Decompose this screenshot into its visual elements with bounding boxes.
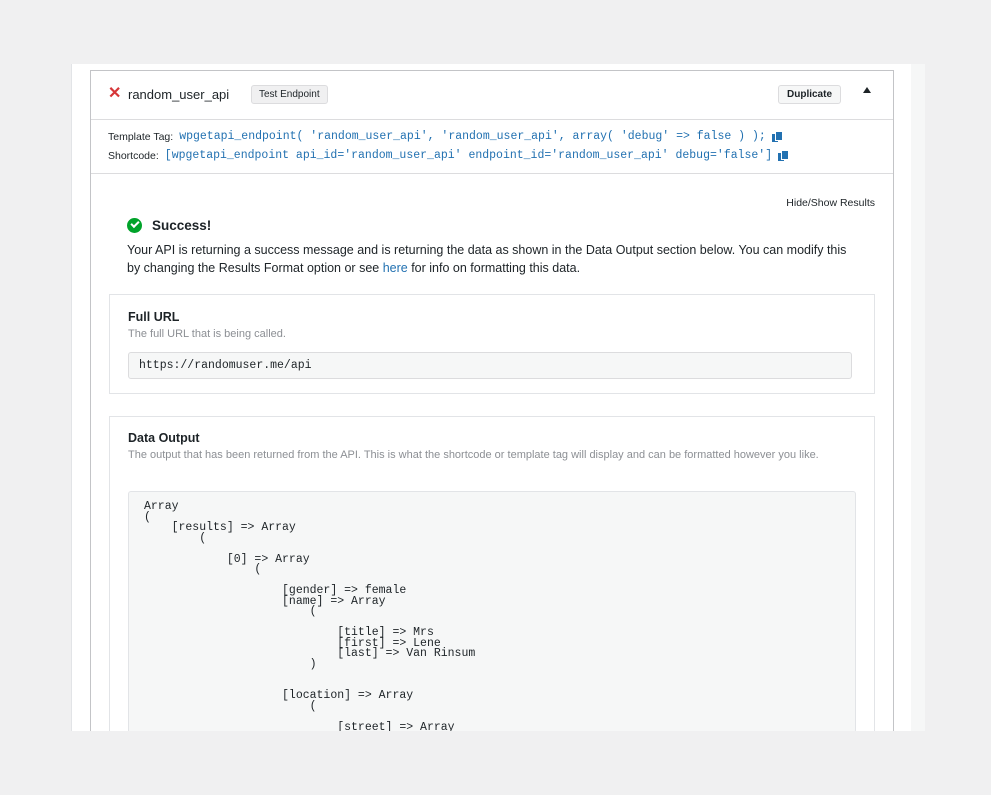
check-circle-icon [127,218,142,233]
panel-edge [911,64,925,731]
data-output-title: Data Output [128,431,200,445]
hide-show-results-link[interactable]: Hide/Show Results [786,197,875,209]
shortcode-code[interactable]: [wpgetapi_endpoint api_id='random_user_a… [165,149,772,162]
data-output-code[interactable]: Array ( [results] => Array ( [0] => Arra… [128,491,856,731]
full-url-field[interactable]: https://randomuser.me/api [128,352,852,379]
data-output-card: Data Output The output that has been ret… [109,416,875,731]
endpoint-tags: Template Tag: wpgetapi_endpoint( 'random… [91,120,893,174]
data-output-description: The output that has been returned from t… [128,449,819,461]
endpoint-name: random_user_api [128,87,230,102]
endpoint-header: ✕ random_user_api Test Endpoint Duplicat… [91,71,893,120]
test-endpoint-button[interactable]: Test Endpoint [251,85,328,104]
close-icon[interactable]: ✕ [108,85,121,103]
shortcode-label: Shortcode: [108,149,159,162]
message-text-end: for info on formatting this data. [407,261,581,275]
data-output-text: Array ( [results] => Array ( [0] => Arra… [144,500,476,731]
template-tag-label: Template Tag: [108,130,174,143]
template-tag-row: Template Tag: wpgetapi_endpoint( 'random… [108,130,782,143]
collapse-arrow-icon[interactable] [863,87,871,93]
success-title: Success! [152,218,212,233]
full-url-description: The full URL that is being called. [128,328,286,340]
full-url-card: Full URL The full URL that is being call… [109,294,875,394]
success-heading: Success! [127,218,211,233]
endpoint-card: ✕ random_user_api Test Endpoint Duplicat… [90,70,894,731]
copy-icon[interactable] [778,150,789,161]
duplicate-button[interactable]: Duplicate [778,85,842,104]
template-tag-code[interactable]: wpgetapi_endpoint( 'random_user_api', 'r… [179,130,766,143]
copy-icon[interactable] [771,131,782,142]
shortcode-row: Shortcode: [wpgetapi_endpoint api_id='ra… [108,149,789,162]
endpoints-panel: ✕ random_user_api Test Endpoint Duplicat… [71,64,913,731]
full-url-title: Full URL [128,310,180,324]
here-link[interactable]: here [383,261,408,275]
success-message: Your API is returning a success message … [127,241,862,277]
